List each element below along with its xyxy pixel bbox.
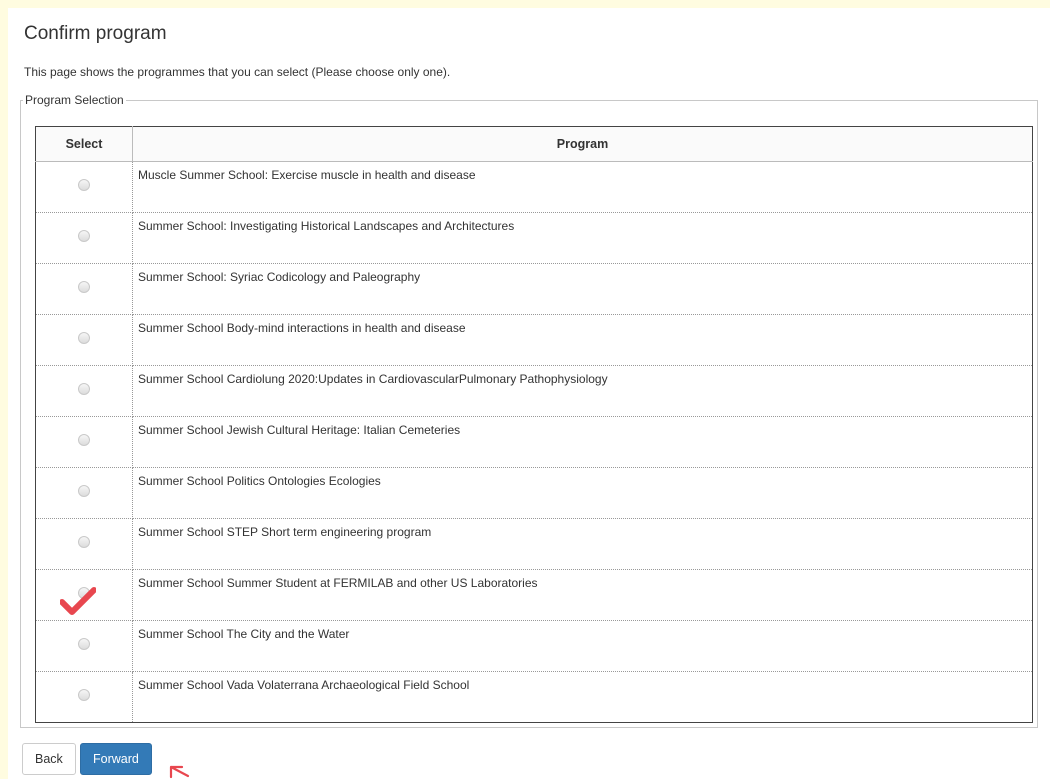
table-row[interactable]: Summer School Politics Ontologies Ecolog… (35, 467, 1033, 519)
table-row[interactable]: Summer School The City and the Water (35, 620, 1033, 672)
program-name: Summer School Cardiolung 2020:Updates in… (132, 365, 1033, 417)
select-cell (35, 671, 133, 723)
select-cell (35, 467, 133, 519)
program-table: Select Program Muscle Summer School: Exe… (35, 126, 1033, 723)
check-mark-icon (60, 587, 96, 615)
select-cell (35, 620, 133, 672)
column-header-select: Select (35, 126, 133, 162)
table-row[interactable]: Summer School: Investigating Historical … (35, 212, 1033, 264)
program-radio[interactable] (78, 536, 90, 548)
select-cell (35, 161, 133, 213)
arrow-pointer-icon (169, 765, 190, 779)
page-intro: This page shows the programmes that you … (24, 65, 451, 79)
main-content: Confirm program This page shows the prog… (8, 8, 1050, 779)
program-name: Summer School Body-mind interactions in … (132, 314, 1033, 366)
table-row[interactable]: Summer School Body-mind interactions in … (35, 314, 1033, 366)
select-cell (35, 518, 133, 570)
select-cell (35, 569, 133, 621)
program-radio[interactable] (78, 383, 90, 395)
page-title: Confirm program (24, 23, 167, 44)
program-selection-legend: Program Selection (25, 93, 124, 107)
program-name: Summer School Vada Volaterrana Archaeolo… (138, 678, 470, 692)
select-cell (35, 365, 133, 417)
program-selection-fieldset: Program Selection Select Program Muscle … (20, 93, 1038, 728)
program-name: Summer School Politics Ontologies Ecolog… (132, 467, 1033, 519)
program-radio[interactable] (78, 638, 90, 650)
program-radio[interactable] (78, 332, 90, 344)
program-radio[interactable] (78, 230, 90, 242)
table-row[interactable]: Summer School STEP Short term engineerin… (35, 518, 1033, 570)
column-header-program: Program (132, 126, 1033, 162)
program-name: Summer School STEP Short term engineerin… (132, 518, 1033, 570)
select-cell (35, 314, 133, 366)
back-button[interactable]: Back (22, 743, 76, 775)
program-name: Summer School Summer Student at FERMILAB… (132, 569, 1033, 621)
select-cell (35, 212, 133, 264)
program-radio[interactable] (78, 485, 90, 497)
table-row[interactable]: Muscle Summer School: Exercise muscle in… (35, 161, 1033, 213)
table-row[interactable]: Summer School Summer Student at FERMILAB… (35, 569, 1033, 621)
select-cell (35, 416, 133, 468)
table-header-row: Select Program (35, 126, 1033, 162)
program-name: Summer School Jewish Cultural Heritage: … (132, 416, 1033, 468)
program-radio[interactable] (78, 434, 90, 446)
program-name: Summer School: Investigating Historical … (132, 212, 1033, 264)
table-row[interactable]: Summer School Jewish Cultural Heritage: … (35, 416, 1033, 468)
select-cell (35, 263, 133, 315)
program-name: Summer School The City and the Water (132, 620, 1033, 672)
program-radio[interactable] (78, 281, 90, 293)
table-row[interactable]: Summer School Cardiolung 2020:Updates in… (35, 365, 1033, 417)
program-radio[interactable] (78, 179, 90, 191)
forward-button[interactable]: Forward (80, 743, 152, 775)
program-name: Muscle Summer School: Exercise muscle in… (132, 161, 1033, 213)
table-row[interactable]: Summer School Vada Volaterrana Archaeolo… (35, 671, 1033, 723)
table-row[interactable]: Summer School: Syriac Codicology and Pal… (35, 263, 1033, 315)
program-radio[interactable] (78, 689, 90, 701)
program-name: Summer School: Syriac Codicology and Pal… (132, 263, 1033, 315)
